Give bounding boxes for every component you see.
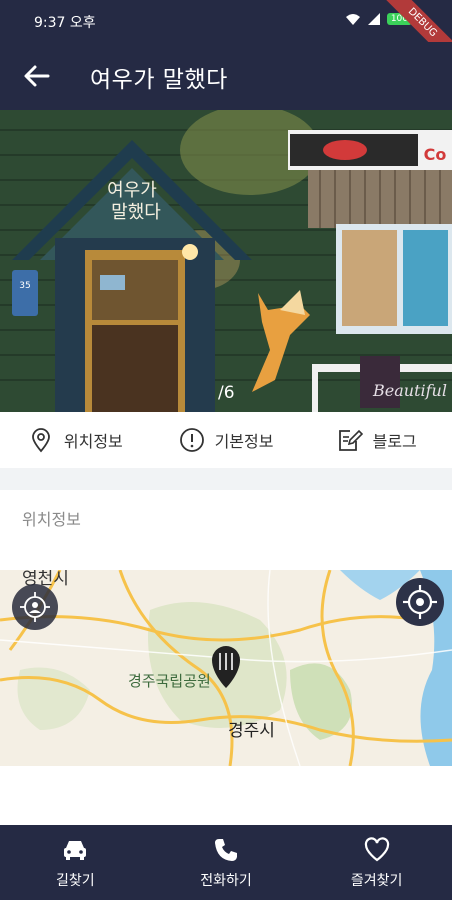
tab-blog[interactable]: 블로그 [301,412,452,468]
back-arrow-icon[interactable] [22,62,50,90]
info-tabs: 위치정보 기본정보 블로그 [0,412,452,468]
shop-sign-text: Co [424,145,447,164]
tab-location-label: 위치정보 [63,432,123,451]
status-time: 9:37 오후 [34,15,96,31]
board-text: Beautiful [372,381,447,400]
directions-button[interactable]: 길찾기 [0,825,151,900]
phone-icon [215,838,237,861]
app-bar: 여우가 말했다 [0,42,452,110]
location-section-title: 위치정보 [22,510,81,529]
my-location-button[interactable] [12,584,58,630]
signal-icon [367,13,380,25]
photo-counter: /6 [218,383,235,403]
sign-text-line2: 말했다 [111,202,161,223]
map-label-gyeongju: 경주시 [228,721,275,741]
sign-text-line1: 여우가 [107,180,157,201]
favorite-button[interactable]: 즐겨찾기 [301,825,452,900]
crosshair-icon [403,585,437,619]
call-button[interactable]: 전화하기 [151,825,302,900]
bottom-navigation: 길찾기 전화하기 즐겨찾기 [0,825,452,900]
section-divider [0,468,452,490]
map-canvas: 영천시 경주국립공원 경주시 [0,570,452,766]
tab-basic-info-label: 기본정보 [214,432,274,451]
directions-label: 길찾기 [56,872,95,889]
door-number: 35 [19,281,30,291]
restaurant-photo-carousel[interactable]: 35 여우가 말했다 Co Beautiful /6 [0,110,452,412]
tab-blog-label: 블로그 [372,432,417,451]
location-map[interactable]: 영천시 경주국립공원 경주시 [0,570,452,766]
favorite-label: 즐겨찾기 [350,872,403,889]
blog-edit-icon [338,429,363,451]
info-icon [179,428,204,452]
restaurant-photo: 35 여우가 말했다 Co Beautiful [0,110,452,412]
heart-icon [364,836,389,861]
person-location-icon [20,592,50,622]
car-icon [64,840,87,860]
page-title: 여우가 말했다 [90,67,228,93]
location-pin-icon [31,428,50,453]
map-label-park: 경주국립공원 [128,672,211,690]
tab-basic-info[interactable]: 기본정보 [151,412,302,468]
wifi-icon [345,14,360,25]
status-bar: 9:37 오후 100 DEBUG [0,0,452,72]
gps-target-button[interactable] [396,578,444,626]
call-label: 전화하기 [200,872,252,889]
tab-location[interactable]: 위치정보 [0,412,151,468]
